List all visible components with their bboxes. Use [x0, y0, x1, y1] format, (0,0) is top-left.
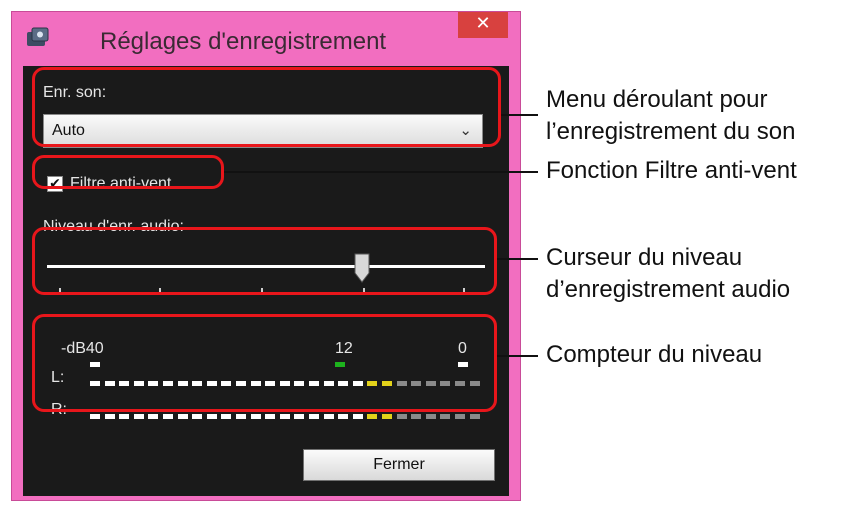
meter-right-segment	[206, 414, 217, 419]
wind-filter-callout: Fonction Filtre anti-vent	[546, 157, 797, 184]
close-button[interactable]: Fermer	[303, 449, 495, 481]
dropdown-leader-line	[501, 114, 538, 116]
meter-right-segment	[455, 414, 465, 419]
meter-right-segment	[425, 414, 436, 419]
meter-right-segment	[469, 414, 480, 419]
meter-right-segment	[338, 414, 349, 419]
meter-right-segment	[133, 414, 144, 419]
meter-right-segment	[221, 414, 232, 419]
meter-right-segment	[148, 414, 159, 419]
meter-right-segment	[250, 414, 261, 419]
dropdown-callout-line1: Menu déroulant pour	[546, 86, 768, 113]
wind-filter-leader-line	[224, 171, 538, 173]
slider-callout-line2: d’enregistrement audio	[546, 276, 791, 303]
meter-right-segment	[323, 414, 334, 419]
meter-right-segment	[294, 414, 305, 419]
meter-leader-line	[497, 355, 538, 357]
dropdown-callout-line2: l’enregistrement du son	[546, 118, 796, 145]
meter-right-segment	[396, 414, 407, 419]
wind-filter-highlight	[32, 155, 224, 189]
window-title: Réglages d'enregistrement	[100, 28, 387, 55]
meter-right-segment	[382, 414, 392, 419]
meter-right-segment	[119, 414, 130, 419]
meter-right-segment	[265, 414, 276, 419]
meter-right-segment	[279, 414, 290, 419]
meter-right-segment	[352, 414, 363, 419]
meter-right-segment	[104, 414, 115, 419]
meter-right-segment	[367, 414, 378, 419]
dropdown-highlight	[32, 67, 501, 147]
slider-highlight	[32, 227, 497, 295]
meter-callout: Compteur du niveau	[546, 341, 763, 368]
meter-right-segment	[236, 414, 246, 419]
app-icon	[27, 27, 49, 46]
meter-right-segment	[90, 414, 100, 419]
meter-right-segment	[309, 414, 319, 419]
slider-callout-line1: Curseur du niveau	[546, 244, 743, 271]
close-window-button[interactable]: ✕	[458, 12, 508, 38]
meter-right-segment	[163, 414, 173, 419]
meter-right-segment	[192, 414, 203, 419]
slider-leader-line	[497, 258, 538, 260]
meter-highlight	[32, 314, 497, 412]
meter-right-segment	[177, 414, 188, 419]
meter-right-segment	[411, 414, 422, 419]
title-bar[interactable]: Réglages d'enregistrement ✕	[12, 12, 520, 66]
meter-right-segment	[440, 414, 451, 419]
